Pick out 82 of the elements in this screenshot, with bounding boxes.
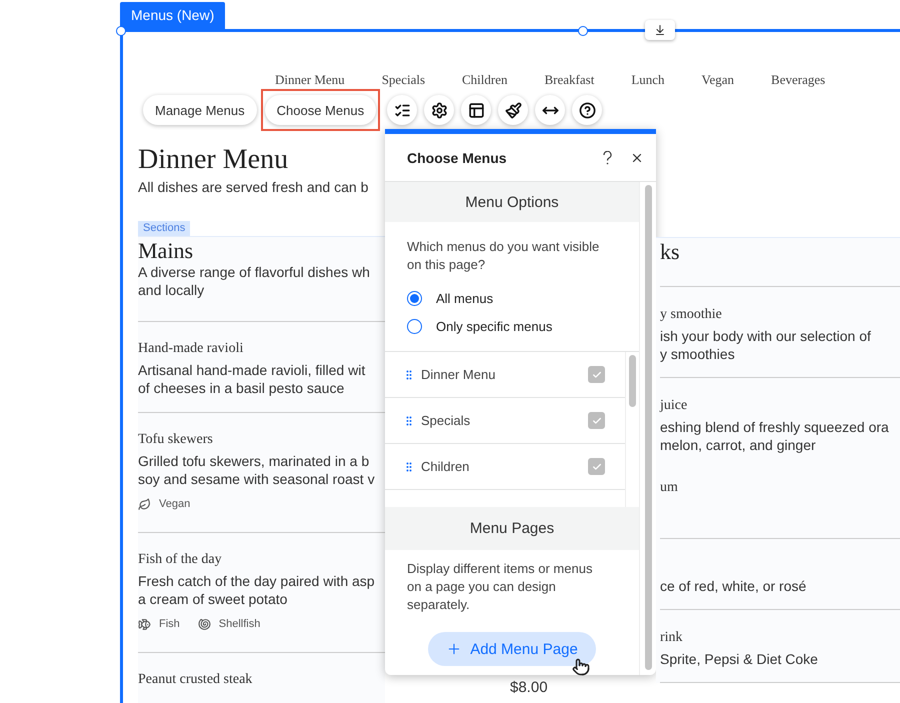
toolbar-icon-button[interactable]	[498, 95, 528, 125]
settings-icon	[430, 102, 448, 118]
dietary-label: Vegan	[159, 498, 190, 510]
description-text: ce of red, white, or rosé	[660, 577, 808, 595]
panel-title: Choose Menus	[407, 150, 508, 166]
leaf-icon	[138, 498, 151, 510]
shell-icon	[198, 618, 211, 630]
radio-button[interactable]	[407, 290, 422, 306]
description-text: A diverse range of flavorful dishes wh	[138, 263, 371, 281]
checkbox[interactable]	[588, 366, 605, 383]
scrollbar-thumb[interactable]	[644, 185, 652, 670]
help-icon[interactable]	[603, 150, 612, 164]
menu-tab[interactable]: Lunch	[631, 72, 665, 88]
download-icon	[654, 24, 666, 36]
toolbar-icon-button[interactable]	[572, 95, 602, 125]
check-icon	[592, 416, 602, 426]
section-heading: Menu Pages	[385, 507, 639, 550]
fish-icon	[138, 618, 151, 630]
description-text: Fresh catch of the day paired with asp	[138, 572, 376, 590]
menu-tab[interactable]: Breakfast	[544, 72, 594, 88]
resize-handle[interactable]	[578, 26, 588, 36]
toolbar-button[interactable]: Choose Menus	[264, 95, 376, 125]
dish-name: Hand-made ravioli	[138, 340, 244, 358]
description-text: melon, carrot, and ginger	[660, 436, 817, 454]
menu-name: Specials	[421, 413, 472, 428]
menu-name: Dinner Menu	[421, 367, 496, 382]
menu-tab[interactable]: Specials	[382, 72, 426, 88]
menu-tab[interactable]: Vegan	[702, 72, 734, 88]
radio-label[interactable]: Only specific menus	[436, 318, 552, 334]
add-menu-page-button[interactable]: Add Menu Page	[428, 632, 596, 666]
menu-name: Children	[421, 459, 470, 474]
description-text: and locally	[138, 281, 206, 299]
component-tag[interactable]: Menus (New)	[120, 2, 226, 29]
description-text: Sprite, Pepsi & Diet Coke	[660, 650, 819, 668]
toolbar-icon-button[interactable]	[461, 95, 492, 125]
pages-description: Display different items or menus on a page you can design separately.	[406, 560, 594, 614]
description-text: eshing blend of freshly squeezed ora	[660, 418, 890, 436]
hand-cursor-icon	[572, 658, 590, 676]
description-text: Artisanal hand-made ravioli, filled wit	[138, 361, 366, 379]
price: $8.00	[510, 679, 549, 696]
download-button[interactable]	[645, 20, 675, 40]
menu-tab[interactable]: Children	[462, 72, 508, 88]
description-text: soy and sesame with seasonal roast v	[138, 470, 376, 488]
toolbar-button[interactable]: Manage Menus	[143, 95, 257, 125]
menu-tab[interactable]: Dinner Menu	[275, 72, 345, 88]
description-text: ish your body with our selection of	[660, 327, 872, 345]
layout-icon	[468, 102, 485, 118]
checklist-icon	[394, 102, 411, 118]
toolbar-icon-button[interactable]	[424, 95, 454, 125]
dish-name: Peanut crusted steak	[138, 671, 254, 689]
dish-name: Tofu skewers	[138, 431, 214, 449]
description-text: a cream of sweet potato	[138, 590, 288, 608]
sections-label: Sections	[138, 221, 190, 236]
description-text: of cheeses in a basil pesto sauce	[138, 379, 346, 397]
help-icon	[578, 102, 596, 118]
resize-handle[interactable]	[116, 26, 126, 36]
check-icon	[592, 370, 602, 380]
checkbox[interactable]	[588, 412, 605, 429]
toolbar-icon-button[interactable]	[387, 95, 418, 125]
menu-tab[interactable]: Beverages	[771, 72, 826, 88]
section-heading: Menu Options	[385, 182, 639, 222]
check-icon	[592, 462, 602, 472]
toolbar-icon-button[interactable]	[535, 95, 566, 125]
dish-name: juice	[660, 397, 688, 415]
dish-name: rink	[660, 629, 684, 647]
radio-label[interactable]: All menus	[436, 290, 494, 306]
brush-icon	[504, 102, 522, 118]
menu-subtitle: All dishes are served fresh and can b	[138, 178, 370, 197]
radio-button[interactable]	[407, 318, 422, 334]
dish-name: y smoothie	[660, 306, 723, 324]
section-title: ks	[660, 238, 681, 264]
checkbox[interactable]	[588, 458, 605, 475]
question-text: Which menus do you want visible on this page?	[406, 238, 600, 274]
section-title: Mains	[138, 237, 194, 263]
dietary-label: Shellfish	[218, 618, 260, 630]
menu-title: Dinner Menu	[138, 143, 290, 177]
dietary-label: Fish	[159, 618, 180, 630]
scrollbar-thumb[interactable]	[629, 355, 636, 407]
dish-name: Fish of the day	[138, 551, 223, 569]
dish-name: um	[660, 479, 679, 497]
description-text: Grilled tofu skewers, marinated in a b	[138, 452, 370, 470]
description-text: y smoothies	[660, 345, 736, 363]
